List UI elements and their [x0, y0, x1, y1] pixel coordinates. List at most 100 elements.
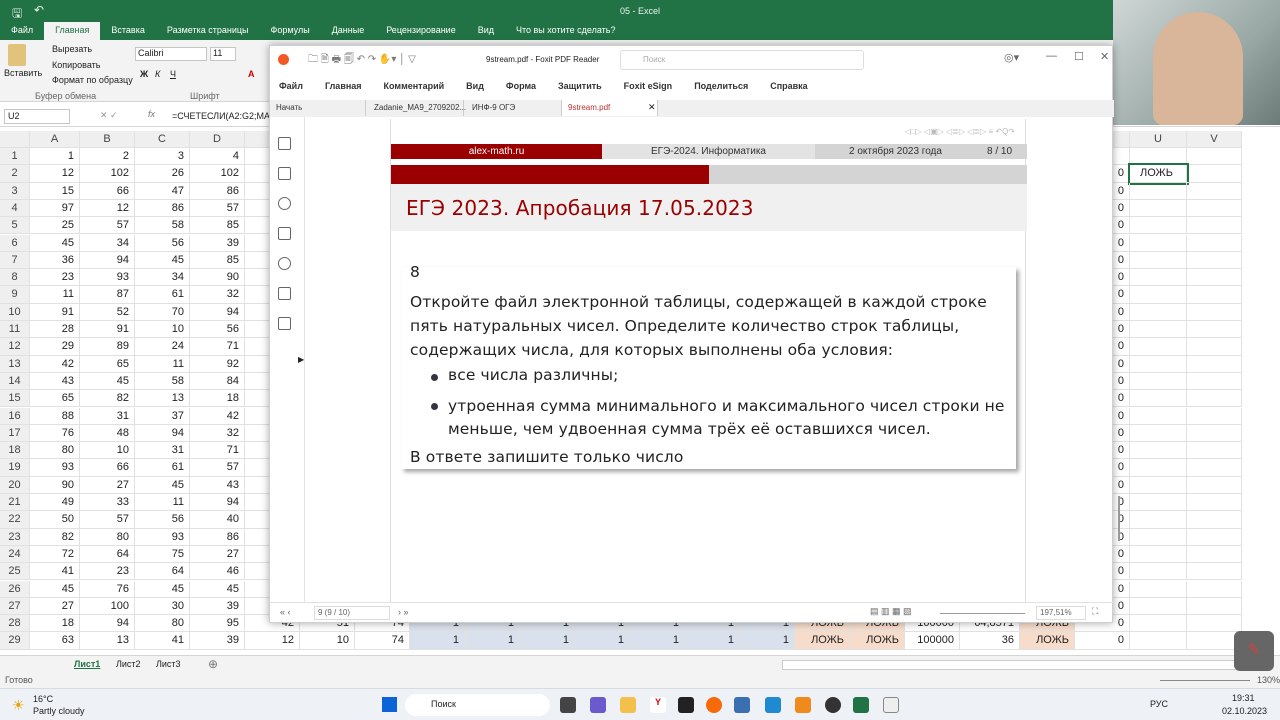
- table-cell[interactable]: 34: [135, 269, 190, 287]
- maximize-button[interactable]: ☐: [1074, 50, 1084, 63]
- table-cell[interactable]: [1187, 424, 1242, 443]
- table-cell[interactable]: 61: [135, 286, 190, 304]
- table-cell[interactable]: 45: [135, 476, 190, 494]
- row-header[interactable]: 9: [0, 286, 30, 304]
- table-cell[interactable]: 93: [30, 459, 80, 477]
- table-cell[interactable]: [1187, 182, 1242, 200]
- column-header[interactable]: V: [1187, 131, 1242, 148]
- table-cell[interactable]: [1130, 217, 1187, 235]
- table-cell[interactable]: [1130, 615, 1187, 633]
- menu-share[interactable]: Поделиться: [694, 81, 748, 91]
- pdf-zoom-slider[interactable]: [940, 613, 1025, 614]
- table-cell[interactable]: 10: [80, 442, 135, 460]
- table-cell[interactable]: [1130, 580, 1187, 598]
- page-input[interactable]: 9 (9 / 10): [314, 606, 390, 620]
- table-cell[interactable]: 26: [135, 165, 190, 183]
- table-cell[interactable]: 39: [190, 597, 245, 616]
- table-cell[interactable]: 27: [190, 545, 245, 564]
- row-header[interactable]: 12: [0, 338, 30, 356]
- table-cell[interactable]: 4: [190, 148, 245, 166]
- row-header[interactable]: 24: [0, 545, 30, 564]
- menu-comment[interactable]: Комментарий: [384, 81, 445, 91]
- tab-formulas[interactable]: Формулы: [260, 22, 321, 40]
- table-cell[interactable]: [1187, 199, 1242, 218]
- bold-button[interactable]: Ж: [140, 69, 148, 79]
- table-cell[interactable]: [1130, 407, 1187, 425]
- menu-esign[interactable]: Foxit eSign: [624, 81, 673, 91]
- comments-icon[interactable]: [278, 197, 291, 210]
- row-header[interactable]: 23: [0, 528, 30, 546]
- tab-file[interactable]: Файл: [0, 22, 44, 40]
- column-header[interactable]: B: [80, 131, 135, 148]
- table-cell[interactable]: 95: [190, 615, 245, 633]
- table-cell[interactable]: 61: [135, 459, 190, 477]
- menu-file[interactable]: Файл: [279, 81, 303, 91]
- table-cell[interactable]: [1130, 476, 1187, 494]
- font-color-icon[interactable]: A: [248, 69, 255, 79]
- menu-protect[interactable]: Защитить: [558, 81, 602, 91]
- table-cell[interactable]: 28: [30, 321, 80, 339]
- table-cell[interactable]: 1: [410, 632, 465, 650]
- foxit-taskbar-icon[interactable]: [795, 697, 811, 713]
- table-cell[interactable]: 12: [80, 199, 135, 218]
- row-header[interactable]: 4: [0, 199, 30, 218]
- horizontal-scrollbar[interactable]: [782, 660, 1242, 670]
- select-all-corner[interactable]: [0, 131, 30, 148]
- table-cell[interactable]: 36: [960, 632, 1020, 650]
- table-cell[interactable]: [1130, 563, 1187, 581]
- table-cell[interactable]: 32: [190, 424, 245, 443]
- table-cell[interactable]: [1130, 251, 1187, 270]
- table-cell[interactable]: 102: [190, 165, 245, 183]
- name-box[interactable]: U2: [4, 109, 70, 124]
- font-name-select[interactable]: Calibri: [135, 47, 207, 61]
- whiteboard-icon[interactable]: [883, 697, 899, 713]
- table-cell[interactable]: 48: [80, 424, 135, 443]
- table-cell[interactable]: 71: [190, 442, 245, 460]
- table-cell[interactable]: [1187, 407, 1242, 425]
- table-cell[interactable]: 52: [80, 303, 135, 321]
- table-cell[interactable]: [1187, 580, 1242, 598]
- column-header[interactable]: D: [190, 131, 245, 148]
- table-cell[interactable]: [1130, 372, 1187, 391]
- table-cell[interactable]: 24: [135, 338, 190, 356]
- table-cell[interactable]: 43: [30, 372, 80, 391]
- table-cell[interactable]: 3: [135, 148, 190, 166]
- row-header[interactable]: 18: [0, 442, 30, 460]
- row-header[interactable]: 22: [0, 511, 30, 529]
- table-cell[interactable]: [1187, 286, 1242, 304]
- table-cell[interactable]: 57: [190, 459, 245, 477]
- table-cell[interactable]: 93: [80, 269, 135, 287]
- table-cell[interactable]: 94: [190, 303, 245, 321]
- row-header[interactable]: 28: [0, 615, 30, 633]
- table-cell[interactable]: [1187, 545, 1242, 564]
- column-header[interactable]: C: [135, 131, 190, 148]
- zoom-slider[interactable]: [1160, 680, 1250, 681]
- table-cell[interactable]: [1187, 269, 1242, 287]
- table-cell[interactable]: 42: [30, 355, 80, 373]
- table-cell[interactable]: 27: [30, 597, 80, 616]
- row-header[interactable]: 19: [0, 459, 30, 477]
- table-cell[interactable]: 12: [30, 165, 80, 183]
- close-button[interactable]: ✕: [1100, 50, 1109, 63]
- table-cell[interactable]: 66: [80, 459, 135, 477]
- layers-icon[interactable]: [278, 227, 291, 240]
- table-cell[interactable]: 50: [30, 511, 80, 529]
- table-cell[interactable]: 45: [30, 580, 80, 598]
- start-button[interactable]: [382, 697, 397, 712]
- minimize-button[interactable]: —: [1046, 50, 1057, 62]
- table-cell[interactable]: 65: [80, 355, 135, 373]
- table-cell[interactable]: 65: [30, 390, 80, 408]
- row-header[interactable]: 16: [0, 407, 30, 425]
- table-cell[interactable]: 1: [740, 632, 795, 650]
- column-header[interactable]: U: [1130, 131, 1187, 148]
- table-cell[interactable]: 31: [135, 442, 190, 460]
- tell-me-search[interactable]: Что вы хотите сделать?: [505, 22, 627, 40]
- table-cell[interactable]: 25: [30, 217, 80, 235]
- excel-taskbar-icon[interactable]: [853, 697, 869, 713]
- table-cell[interactable]: 2: [80, 148, 135, 166]
- table-cell[interactable]: 11: [30, 286, 80, 304]
- table-cell[interactable]: [1130, 355, 1187, 373]
- row-header[interactable]: 14: [0, 372, 30, 391]
- table-cell[interactable]: 92: [190, 355, 245, 373]
- table-cell[interactable]: 82: [80, 390, 135, 408]
